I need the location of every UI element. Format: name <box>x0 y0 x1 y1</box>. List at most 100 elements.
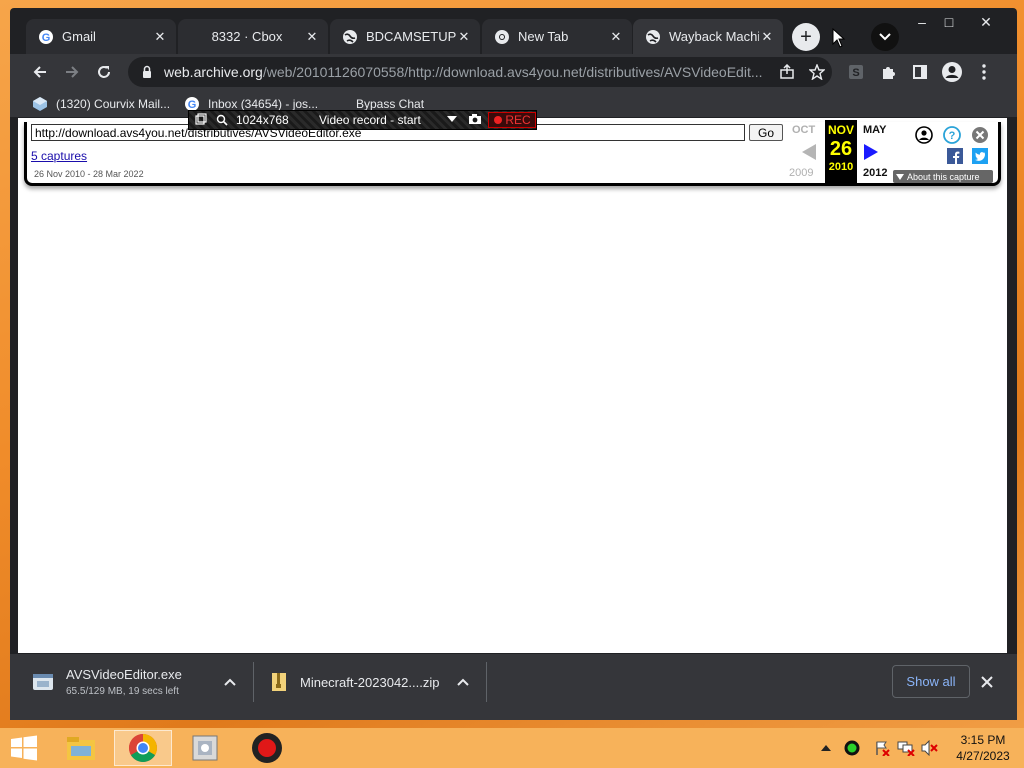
taskbar-app-window[interactable] <box>176 730 234 766</box>
tab-wayback-machine[interactable]: Wayback Machin ✕ <box>633 19 783 54</box>
disk-utility-icon <box>192 735 218 761</box>
camera-icon[interactable] <box>468 113 482 125</box>
current-capture-date: NOV 26 2010 <box>825 120 857 183</box>
account-icon[interactable] <box>915 126 933 144</box>
bookmark-label: Inbox (34654) - jos... <box>208 97 319 111</box>
bookmark-label: (1320) Courvix Mail... <box>56 97 171 111</box>
screen-recorder-toolbar: 1024x768 Video record - start REC <box>188 110 537 130</box>
bookmark-courvix-mail[interactable]: (1320) Courvix Mail... <box>32 95 170 113</box>
download-item-minecraft[interactable]: Minecraft-2023042....zip <box>270 654 450 710</box>
tab-strip: G Gmail ✕ 8332 · Cbox ✕ BDCAMSETUP_E ✕ N… <box>10 8 1017 54</box>
prev-capture-arrow-icon[interactable] <box>802 144 816 160</box>
svg-text:S: S <box>852 67 859 79</box>
network-icon[interactable] <box>894 730 918 766</box>
twitter-icon[interactable] <box>972 148 988 164</box>
close-window-button[interactable]: ✕ <box>968 10 1004 34</box>
address-bar[interactable]: web.archive.org/web/20101126070558/http:… <box>128 57 832 87</box>
tab-search-button[interactable] <box>871 23 899 51</box>
clock-date: 4/27/2023 <box>956 749 1010 763</box>
arrow-left-icon <box>33 66 46 78</box>
record-label: REC <box>505 113 531 127</box>
mouse-cursor-icon <box>832 28 846 48</box>
taskbar-bandicam[interactable] <box>238 730 296 766</box>
prev-month-link[interactable]: OCT <box>792 124 815 136</box>
extension-s-button[interactable]: S <box>842 58 870 86</box>
record-app-icon <box>252 733 282 763</box>
tab-cbox[interactable]: 8332 · Cbox ✕ <box>178 19 328 54</box>
action-center-icon[interactable] <box>870 730 894 766</box>
close-download-shelf-button[interactable] <box>973 668 1001 696</box>
wayback-toolbar: Go 5 captures 26 Nov 2010 - 28 Mar 2022 … <box>24 120 1001 186</box>
download-options-button[interactable] <box>216 668 244 696</box>
about-capture-label: About this capture <box>907 171 980 182</box>
url-path: /web/20101126070558/http://download.avs4… <box>262 64 763 80</box>
download-filename: Minecraft-2023042....zip <box>300 674 440 690</box>
tab-title: Wayback Machin <box>669 29 759 44</box>
window-mode-icon[interactable] <box>195 113 207 125</box>
bookmark-label: Bypass Chat <box>356 97 425 111</box>
recorder-mode[interactable]: Video record - start <box>319 113 421 127</box>
share-icon[interactable] <box>772 57 802 87</box>
next-month-link[interactable]: MAY <box>863 124 886 136</box>
close-icon[interactable]: ✕ <box>759 29 775 45</box>
help-icon[interactable]: ? <box>943 126 961 144</box>
url-text: web.archive.org/web/20101126070558/http:… <box>164 64 772 80</box>
recorder-resolution[interactable]: 1024x768 <box>216 113 289 127</box>
wayback-go-button[interactable]: Go <box>749 124 783 141</box>
tab-title: 8332 · Cbox <box>211 29 283 44</box>
current-month: NOV <box>827 123 854 137</box>
maximize-button[interactable]: □ <box>931 10 967 34</box>
new-tab-button[interactable]: + <box>792 23 820 51</box>
tab-bdcamsetup[interactable]: BDCAMSETUP_E ✕ <box>330 19 480 54</box>
taskbar-file-explorer[interactable] <box>52 730 110 766</box>
extensions-button[interactable] <box>874 58 902 86</box>
close-icon[interactable]: ✕ <box>152 29 168 45</box>
reload-icon <box>98 66 110 78</box>
system-clock[interactable]: 3:15 PM 4/27/2023 <box>950 732 1016 764</box>
download-options-button[interactable] <box>449 668 477 696</box>
record-button[interactable]: REC <box>488 112 536 128</box>
profile-button[interactable] <box>938 58 966 86</box>
taskbar-chrome[interactable] <box>114 730 172 766</box>
chevron-up-icon <box>457 678 469 686</box>
next-year-link[interactable]: 2012 <box>863 167 887 179</box>
tray-app-icon[interactable] <box>840 730 864 766</box>
side-panel-button[interactable] <box>906 58 934 86</box>
bookmark-star-icon[interactable] <box>802 57 832 87</box>
triangle-down-icon <box>896 173 904 180</box>
svg-text:?: ? <box>949 130 956 142</box>
menu-button[interactable] <box>970 58 998 86</box>
arrow-right-icon <box>66 66 79 78</box>
captures-link[interactable]: 5 captures <box>31 149 87 163</box>
side-panel-icon <box>913 65 927 79</box>
start-button[interactable] <box>0 730 48 766</box>
back-button[interactable] <box>26 58 54 86</box>
download-filename: AVSVideoEditor.exe <box>66 667 182 682</box>
chrome-icon <box>494 29 510 45</box>
avatar-icon <box>942 62 962 82</box>
facebook-icon[interactable] <box>947 148 963 164</box>
dropdown-triangle-icon[interactable] <box>447 116 457 122</box>
tab-new-tab[interactable]: New Tab ✕ <box>482 19 632 54</box>
divider <box>253 662 254 702</box>
volume-icon[interactable] <box>918 730 942 766</box>
lock-icon[interactable] <box>140 65 154 79</box>
tab-title: Gmail <box>62 29 96 44</box>
record-dot-icon <box>494 116 503 124</box>
reload-button[interactable] <box>90 58 118 86</box>
forward-button[interactable] <box>58 58 86 86</box>
download-shelf: AVSVideoEditor.exe 65.5/129 MB, 19 secs … <box>10 653 1017 720</box>
about-capture-button[interactable]: About this capture <box>893 170 993 183</box>
puzzle-icon <box>883 67 895 79</box>
show-all-downloads-button[interactable]: Show all <box>892 665 970 698</box>
close-toolbar-icon[interactable] <box>971 126 989 144</box>
close-icon[interactable]: ✕ <box>304 29 320 45</box>
next-capture-arrow-icon[interactable] <box>864 144 878 160</box>
close-icon[interactable]: ✕ <box>456 29 472 45</box>
prev-year-link[interactable]: 2009 <box>789 167 813 179</box>
globe-icon <box>342 29 358 45</box>
show-hidden-icons-button[interactable] <box>818 730 834 766</box>
extension-s-icon: S <box>849 65 863 79</box>
close-icon[interactable]: ✕ <box>608 29 624 45</box>
tab-gmail[interactable]: G Gmail ✕ <box>26 19 176 54</box>
